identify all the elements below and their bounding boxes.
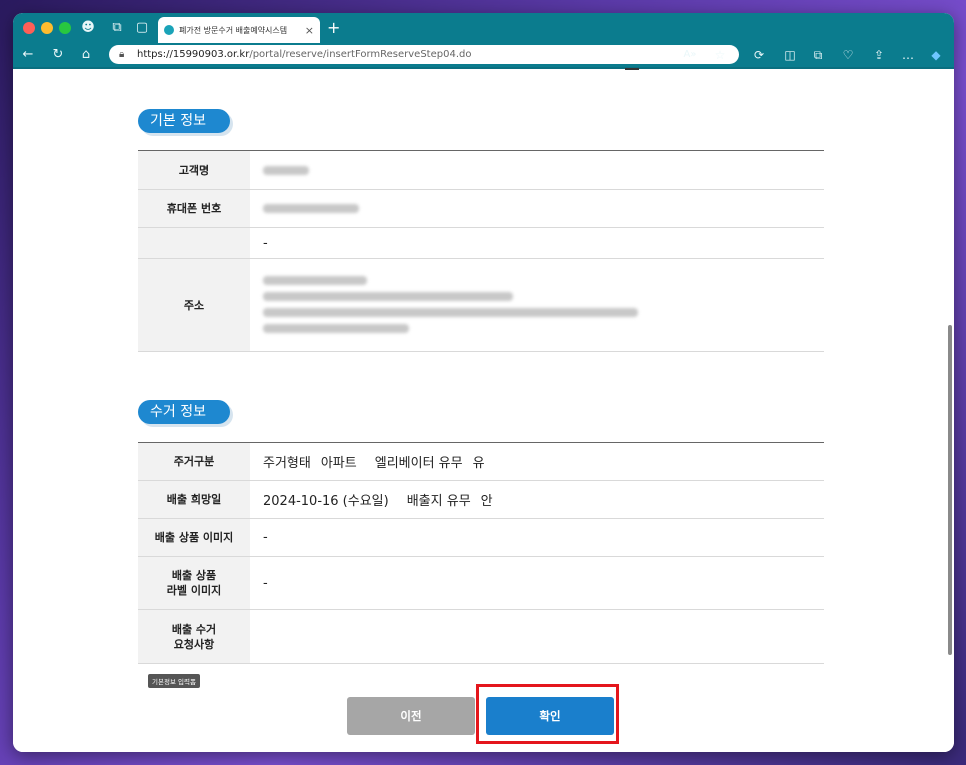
label-image-label-line2: 라벨 이미지: [166, 584, 222, 597]
url-path: /portal/reserve/insertFormReserveStep04.…: [249, 49, 472, 60]
label-image-label: 배출 상품 라벨 이미지: [138, 556, 250, 610]
browser-window: ☻ ⧉ ▢ 폐가전 방문수거 배출예약시스템 × + ← ↻ ⌂ 🔒︎ http…: [13, 13, 954, 752]
redacted-text: [263, 204, 359, 213]
top-dash-mark: [625, 68, 639, 70]
tooltip: 기본정보 입력폼: [148, 674, 200, 688]
basic-info-title: 기본 정보: [138, 109, 230, 133]
prev-button[interactable]: 이전: [347, 697, 475, 735]
redacted-text: [263, 165, 309, 175]
label-image-value: -: [250, 556, 824, 610]
url-base: https://15990903.or.kr: [137, 49, 250, 60]
minimize-window-button[interactable]: [41, 22, 53, 34]
desired-date-value: 2024-10-16 (수요일) 배출지 유무 안: [250, 480, 824, 519]
profile-avatar-icon[interactable]: ☻: [79, 19, 97, 37]
phone-value: [250, 189, 824, 228]
browser-essentials-icon[interactable]: ♡: [839, 46, 857, 64]
tab-actions-icon[interactable]: ▢: [133, 19, 151, 37]
table-row: 배출 수거 요청사항: [138, 609, 824, 664]
workspaces-icon[interactable]: ⧉: [108, 19, 126, 37]
back-arrow-icon[interactable]: ←: [19, 46, 37, 64]
pickup-info-title: 수거 정보: [138, 400, 230, 424]
favorite-star-icon[interactable]: ☆: [711, 46, 729, 64]
label-image-label-line1: 배출 상품: [171, 569, 217, 582]
table-row: 배출 희망일 2024-10-16 (수요일) 배출지 유무 안: [138, 480, 824, 519]
tab-bar: ☻ ⧉ ▢ 폐가전 방문수거 배출예약시스템 × +: [13, 13, 954, 43]
new-tab-icon[interactable]: +: [327, 18, 340, 38]
table-row: 주거구분 주거형태 아파트 엘리베이터 유무 유: [138, 442, 824, 481]
pickup-request-label-line2: 요청사항: [173, 637, 215, 651]
close-window-button[interactable]: [23, 22, 35, 34]
copilot-icon[interactable]: ◆: [927, 46, 945, 64]
tab-title: 폐가전 방문수거 배출예약시스템: [179, 25, 288, 35]
url-field[interactable]: 🔒︎ https://15990903.or.kr/portal/reserve…: [109, 45, 739, 64]
customer-name-label: 고객명: [138, 150, 250, 190]
product-image-label: 배출 상품 이미지: [138, 518, 250, 557]
housing-category-value: 주거형태 아파트 엘리베이터 유무 유: [250, 442, 824, 481]
home-icon[interactable]: ⌂: [77, 46, 95, 64]
product-image-value: -: [250, 518, 824, 557]
tab-active[interactable]: 폐가전 방문수거 배출예약시스템 ×: [158, 17, 320, 43]
housing-category-label: 주거구분: [138, 442, 250, 481]
table-row: 주소: [138, 258, 824, 352]
date-value: 2024-10-16 (수요일): [263, 494, 389, 509]
redacted-text: [263, 292, 513, 301]
page-content: 기본 정보 고객명 휴대폰 번호 - 주소 수거 정보 주거구분 주거형태 아파…: [13, 68, 954, 752]
site-favicon-icon: [164, 25, 174, 35]
housing-type-label: 주거형태: [263, 456, 311, 471]
elevator-value: 유: [472, 456, 485, 471]
phone-label: 휴대폰 번호: [138, 189, 250, 228]
tab-close-icon[interactable]: ×: [305, 24, 314, 37]
redacted-text: [263, 324, 409, 333]
share-icon[interactable]: ⇪: [870, 46, 888, 64]
address-value: [250, 258, 824, 352]
table-row: -: [138, 227, 824, 259]
pickup-info-table: 주거구분 주거형태 아파트 엘리베이터 유무 유 배출 희망일 2024-10-16 …: [138, 442, 824, 664]
table-row: 고객명: [138, 150, 824, 190]
redacted-text: [263, 308, 638, 317]
scrollbar-thumb[interactable]: [948, 325, 952, 655]
desired-date-label: 배출 희망일: [138, 480, 250, 519]
table-row: 배출 상품 라벨 이미지 -: [138, 556, 824, 610]
pickup-request-label-line1: 배출 수거: [171, 622, 217, 636]
collections-icon[interactable]: ⧉: [809, 46, 827, 64]
dispose-value: 안: [480, 494, 493, 509]
pickup-request-value: [250, 609, 824, 664]
table-row: 휴대폰 번호: [138, 189, 824, 228]
split-screen-icon[interactable]: ◫: [781, 46, 799, 64]
highlight-box: [476, 684, 619, 744]
read-aloud-icon[interactable]: A»: [681, 46, 699, 64]
address-bar: ← ↻ ⌂ 🔒︎ https://15990903.or.kr/portal/r…: [13, 43, 954, 69]
maximize-window-button[interactable]: [59, 22, 71, 34]
scrollbar[interactable]: [948, 69, 952, 752]
more-menu-icon[interactable]: …: [899, 46, 917, 64]
site-info-icon[interactable]: 🔒︎: [119, 45, 124, 64]
elevator-label: 엘리베이터 유무: [374, 456, 463, 471]
address-label: 주소: [138, 258, 250, 352]
customer-name-value: [250, 150, 824, 190]
dispose-label: 배출지 유무: [406, 494, 471, 509]
empty-label: [138, 227, 250, 259]
redacted-text: [263, 276, 367, 285]
table-row: 배출 상품 이미지 -: [138, 518, 824, 557]
refresh-icon[interactable]: ↻: [49, 46, 67, 64]
housing-type-value: 아파트: [320, 456, 357, 471]
extra-value: -: [250, 227, 824, 259]
extensions-icon[interactable]: ⟳: [750, 46, 768, 64]
basic-info-table: 고객명 휴대폰 번호 - 주소: [138, 150, 824, 352]
pickup-request-label: 배출 수거 요청사항: [138, 609, 250, 664]
